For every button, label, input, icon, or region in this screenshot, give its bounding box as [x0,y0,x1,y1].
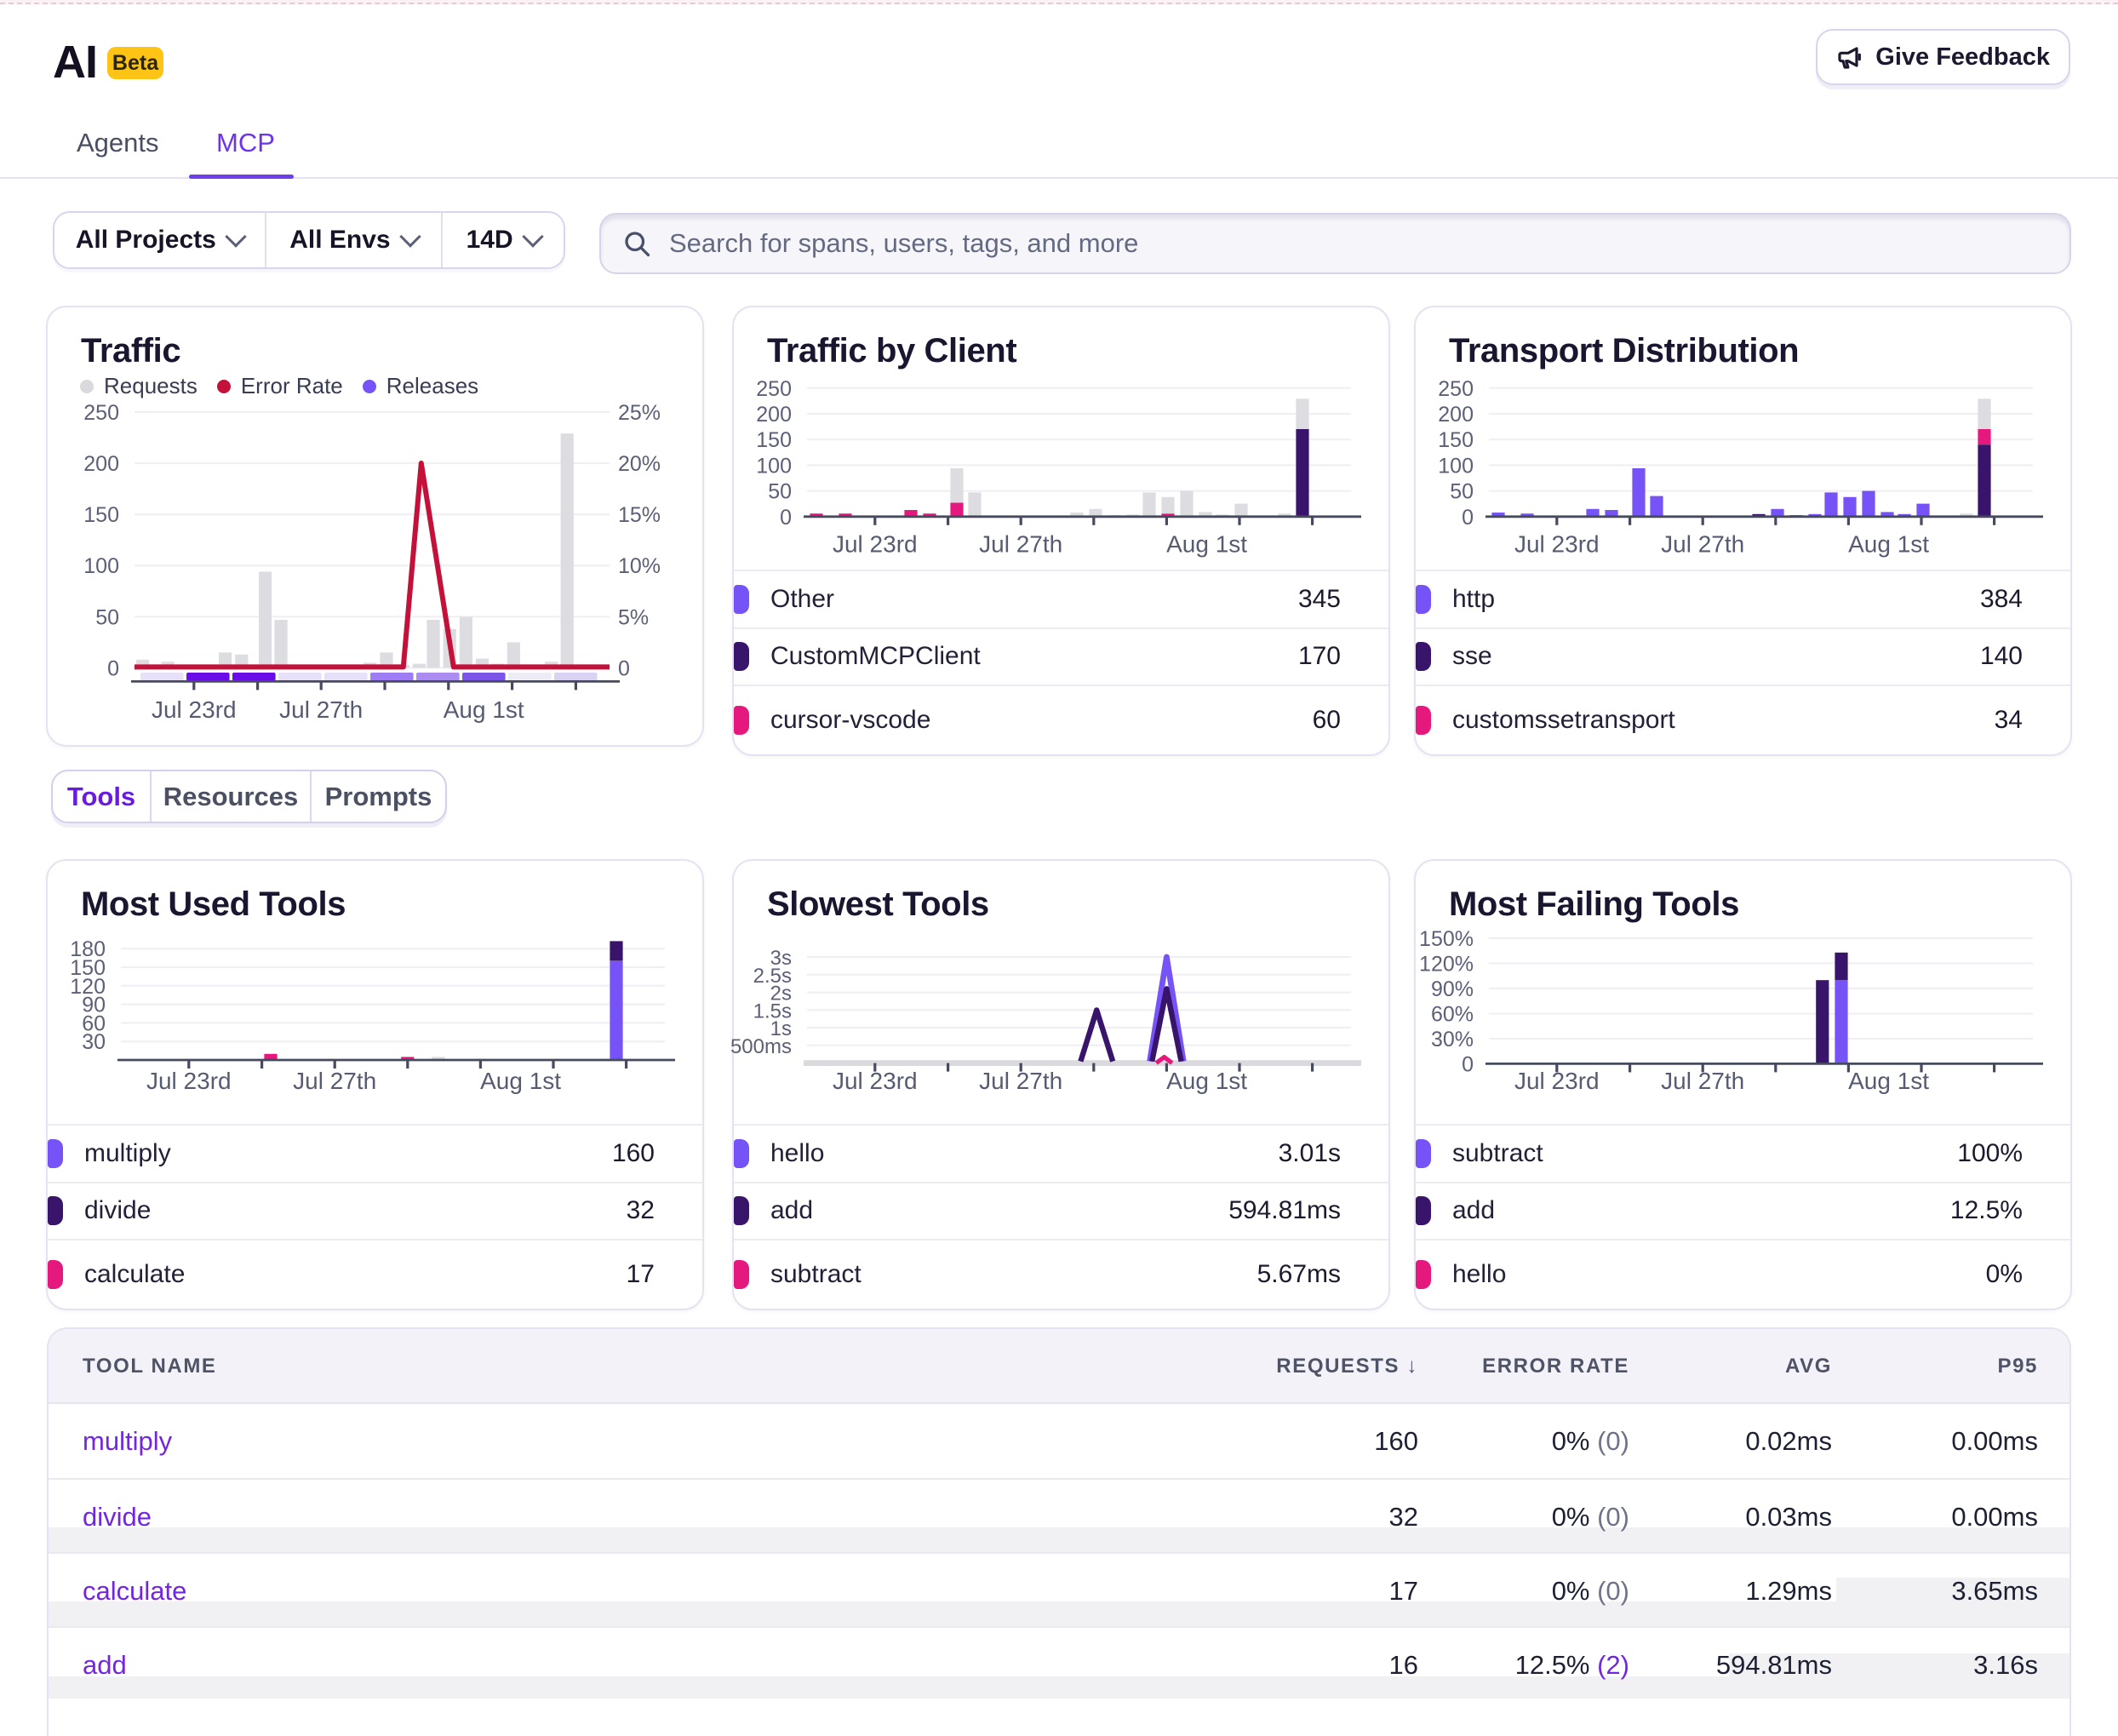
svg-text:200: 200 [83,452,119,476]
svg-text:90%: 90% [1431,977,1474,1001]
svg-text:50: 50 [1450,480,1474,504]
svg-text:Jul 23rd: Jul 23rd [152,696,237,723]
svg-text:Aug 1st: Aug 1st [480,1068,561,1094]
svg-text:5%: 5% [618,605,649,629]
svg-text:0: 0 [1462,1053,1474,1077]
svg-text:0: 0 [780,506,792,530]
svg-text:60%: 60% [1431,1002,1474,1026]
svg-text:Jul 27th: Jul 27th [293,1068,376,1094]
svg-text:150: 150 [756,428,792,452]
svg-text:250: 250 [1438,377,1474,401]
svg-text:Aug 1st: Aug 1st [1166,1068,1247,1094]
svg-text:Jul 27th: Jul 27th [979,531,1062,558]
svg-text:50: 50 [768,480,792,504]
svg-text:Jul 27th: Jul 27th [1661,1068,1744,1094]
svg-text:Jul 27th: Jul 27th [1661,531,1744,558]
svg-text:30%: 30% [1431,1028,1474,1051]
svg-text:10%: 10% [618,554,661,578]
svg-text:20%: 20% [618,452,661,476]
svg-text:Jul 27th: Jul 27th [279,696,363,723]
svg-text:0: 0 [618,656,630,680]
svg-text:500ms: 500ms [730,1035,792,1058]
svg-text:0: 0 [107,656,119,680]
svg-text:Jul 23rd: Jul 23rd [833,1068,918,1094]
svg-text:120%: 120% [1419,953,1474,977]
svg-text:Aug 1st: Aug 1st [1166,531,1247,558]
svg-text:30: 30 [82,1030,106,1054]
svg-text:15%: 15% [618,503,661,527]
svg-text:200: 200 [756,403,792,427]
svg-text:Jul 23rd: Jul 23rd [833,531,918,558]
svg-text:0: 0 [1462,506,1474,530]
svg-text:Jul 23rd: Jul 23rd [1514,1068,1600,1094]
svg-text:150: 150 [83,503,119,527]
svg-text:250: 250 [83,401,119,425]
svg-text:150: 150 [1438,428,1474,452]
svg-text:50: 50 [95,605,119,629]
svg-text:250: 250 [756,377,792,401]
svg-text:Aug 1st: Aug 1st [1848,531,1929,558]
svg-text:100: 100 [756,454,792,478]
svg-text:Jul 27th: Jul 27th [979,1068,1062,1094]
svg-text:Jul 23rd: Jul 23rd [146,1068,232,1094]
svg-text:200: 200 [1438,403,1474,427]
svg-text:Aug 1st: Aug 1st [1848,1068,1929,1094]
svg-text:150%: 150% [1419,927,1474,951]
svg-text:25%: 25% [618,401,661,425]
svg-text:Aug 1st: Aug 1st [444,696,524,723]
svg-text:100: 100 [1438,454,1474,478]
svg-text:100: 100 [83,554,119,578]
svg-text:Jul 23rd: Jul 23rd [1514,531,1600,558]
